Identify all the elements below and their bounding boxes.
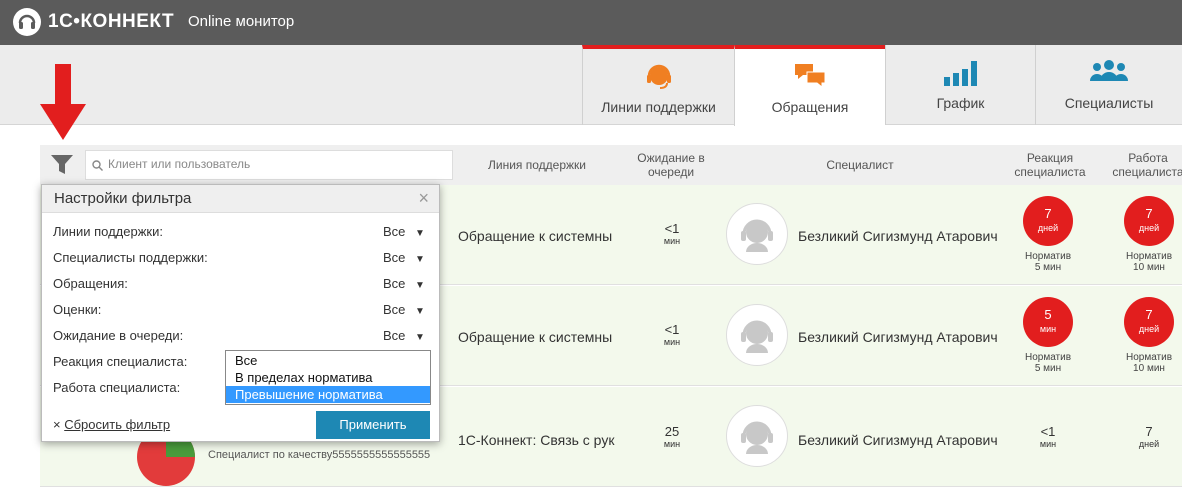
client-note: Специалист по качеству5555555555555555	[208, 449, 431, 461]
tab-label: Специалисты	[1064, 95, 1154, 111]
filter-label-requests: Обращения:	[53, 276, 128, 291]
filter-label-work: Работа специалиста:	[53, 380, 181, 395]
reset-filter-label: Сбросить фильтр	[64, 417, 171, 432]
avatar	[726, 304, 788, 366]
tab-schedule[interactable]: График	[885, 45, 1035, 125]
specialist-name: Безликий Сигизмунд Атарович	[798, 432, 998, 448]
support-line-cell: Обращение к системны	[458, 329, 613, 345]
operator-avatar-icon	[741, 320, 773, 353]
operator-avatar-icon	[741, 219, 773, 252]
avatar	[726, 405, 788, 467]
apply-button[interactable]: Применить	[316, 411, 430, 439]
work-value: 7 дней	[1138, 424, 1160, 449]
search-input[interactable]	[108, 157, 438, 171]
col-reaction: Реакция специалиста	[1014, 151, 1086, 179]
operator-avatar-icon	[741, 421, 773, 454]
col-support-line: Линия поддержки	[488, 158, 586, 172]
reaction-value: <1 мин	[1039, 424, 1057, 449]
filter-select-queue-wait[interactable]: Все ▼	[383, 328, 425, 343]
caret-down-icon: ▼	[415, 332, 425, 343]
support-line-cell: 1С-Коннект: Связь с рук	[458, 432, 615, 448]
search-icon	[92, 160, 103, 171]
filter-select-requests[interactable]: Все ▼	[383, 276, 425, 291]
search-field[interactable]	[85, 150, 453, 180]
dropdown-option-selected[interactable]: Превышение норматива	[226, 386, 430, 403]
filter-label-queue-wait: Ожидание в очереди:	[53, 328, 184, 343]
logo: 1С•КОННЕКТ	[12, 7, 174, 37]
reaction-dropdown-list[interactable]: Все В пределах норматива Превышение норм…	[225, 350, 431, 405]
filter-label-ratings: Оценки:	[53, 302, 102, 317]
wait-cell: 25 мин	[663, 424, 681, 449]
specialist-name: Безликий Сигизмунд Атарович	[798, 228, 998, 244]
close-icon: ×	[53, 417, 61, 432]
specialist-name: Безликий Сигизмунд Атарович	[798, 329, 998, 345]
avatar	[726, 203, 788, 265]
work-badge: 7 дней	[1124, 196, 1174, 246]
filter-label-specialists: Специалисты поддержки:	[53, 250, 208, 265]
reaction-norm: Норматив 5 мин	[1024, 352, 1072, 374]
filter-label-reaction: Реакция специалиста:	[53, 354, 188, 369]
tab-label: Линии поддержки	[601, 99, 716, 115]
reaction-norm: Норматив 5 мин	[1024, 251, 1072, 273]
filter-button[interactable]	[50, 154, 74, 181]
top-bar: 1С•КОННЕКТ Online монитор	[0, 0, 1182, 45]
logo-text: 1С•КОННЕКТ	[48, 11, 175, 32]
dropdown-option[interactable]: В пределах норматива	[226, 369, 430, 386]
dropdown-option[interactable]: Все	[226, 352, 430, 369]
filter-panel: Настройки фильтра × Линии поддержки: Все…	[41, 184, 440, 442]
wait-cell: <1 мин	[663, 322, 681, 347]
reaction-badge: 5 мин	[1023, 297, 1073, 347]
close-icon[interactable]: ×	[418, 188, 429, 209]
tab-requests[interactable]: Обращения	[734, 45, 885, 126]
chat-bubbles-icon	[795, 64, 826, 89]
caret-down-icon: ▼	[415, 228, 425, 239]
filter-select-specialists[interactable]: Все ▼	[383, 250, 425, 265]
caret-down-icon: ▼	[415, 254, 425, 265]
people-icon	[1090, 60, 1128, 81]
arrow-down-icon	[40, 64, 86, 140]
app-title: Online монитор	[188, 13, 295, 30]
filter-panel-header: Настройки фильтра ×	[42, 185, 439, 213]
bar-chart-icon	[943, 61, 977, 86]
work-badge: 7 дней	[1124, 297, 1174, 347]
work-norm: Норматив 10 мин	[1125, 352, 1173, 374]
col-specialist: Специалист	[826, 158, 894, 172]
tab-specialists[interactable]: Специалисты	[1035, 45, 1182, 125]
tab-label: Обращения	[771, 99, 849, 115]
reaction-badge: 7 дней	[1023, 196, 1073, 246]
tab-support-lines[interactable]: Линии поддержки	[582, 45, 734, 125]
filter-panel-title: Настройки фильтра	[54, 190, 192, 207]
logo-icon	[13, 8, 41, 36]
wait-cell: <1 мин	[663, 221, 681, 246]
headset-icon	[646, 64, 671, 89]
col-work: Работа специалиста	[1112, 151, 1182, 179]
col-wait: Ожидание в очереди	[637, 151, 705, 179]
work-norm: Норматив 10 мин	[1125, 251, 1173, 273]
reset-filter-link[interactable]: × Сбросить фильтр	[53, 417, 170, 432]
filter-icon	[51, 155, 73, 174]
caret-down-icon: ▼	[415, 306, 425, 317]
caret-down-icon: ▼	[415, 280, 425, 291]
support-line-cell: Обращение к системны	[458, 228, 613, 244]
filter-select-support-lines[interactable]: Все ▼	[383, 224, 425, 239]
tab-bar: Линии поддержки Обращения График Специал…	[0, 45, 1182, 126]
filter-label-support-lines: Линии поддержки:	[53, 224, 163, 239]
tab-label: График	[936, 95, 985, 111]
filter-select-ratings[interactable]: Все ▼	[383, 302, 425, 317]
